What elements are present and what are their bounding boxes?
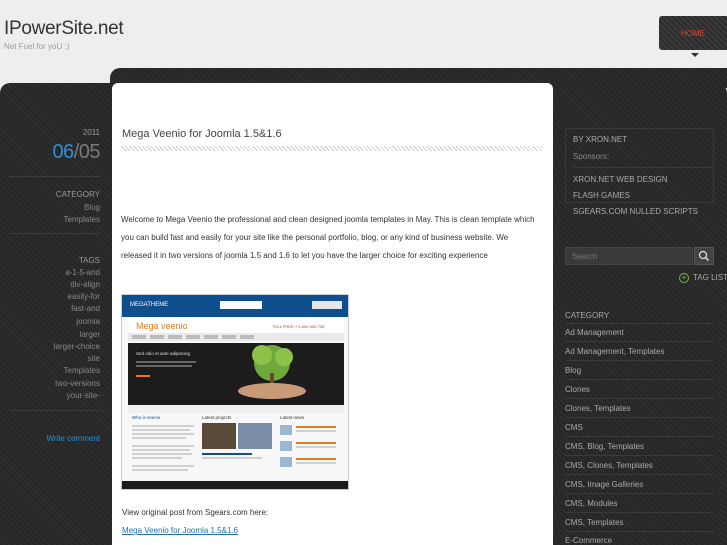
- plus-icon: +: [679, 273, 689, 283]
- category-link[interactable]: CMS, Image Galleries: [565, 480, 643, 489]
- divider: [573, 167, 714, 168]
- category-link[interactable]: Ad Management: [565, 328, 624, 337]
- original-post-link[interactable]: Mega Veenio for Joomla 1.5&1.6: [122, 526, 238, 535]
- divider: [565, 323, 714, 324]
- divider: [565, 512, 714, 513]
- tag-link[interactable]: fast-and: [71, 304, 100, 313]
- category-link[interactable]: CMS, Modules: [565, 499, 617, 508]
- post-body: Welcome to Mega Veenio the professional …: [121, 215, 535, 260]
- category-link[interactable]: Blog: [84, 203, 100, 212]
- tag-link[interactable]: Templates: [64, 366, 100, 375]
- home-nav-button[interactable]: HOME: [659, 16, 727, 50]
- site-title[interactable]: IPowerSite.net: [4, 18, 124, 40]
- tag-link[interactable]: larger: [80, 330, 100, 339]
- tag-link[interactable]: easily-for: [68, 292, 100, 301]
- divider: [565, 436, 714, 437]
- preview-col2: Latest projects: [202, 415, 232, 420]
- sponsor-link[interactable]: SGEARS.COM NULLED SCRIPTS: [573, 207, 698, 216]
- tag-link[interactable]: two-versions: [55, 379, 100, 388]
- category-link[interactable]: CMS: [565, 423, 583, 432]
- divider: [565, 531, 714, 532]
- tags-heading: TAGS: [78, 256, 100, 265]
- category-link[interactable]: CMS, Blog, Templates: [565, 442, 644, 451]
- tag-link[interactable]: div-align: [70, 280, 100, 289]
- category-link[interactable]: Blog: [565, 366, 581, 375]
- divider: [565, 398, 714, 399]
- divider: [10, 233, 100, 234]
- preview-col1: Who is veenio: [132, 415, 161, 420]
- divider: [565, 417, 714, 418]
- right-sidebar: BY XRON.NET Sponsors: XRON.NET WEB DESIG…: [553, 83, 727, 545]
- post-title[interactable]: Mega Veenio for Joomla 1.5&1.6: [122, 128, 282, 140]
- post-day: /05: [73, 141, 101, 163]
- search-button[interactable]: [694, 247, 714, 265]
- post-article: Mega Veenio for Joomla 1.5&1.6 Welcome t…: [112, 83, 553, 545]
- post-year: 2011: [82, 128, 100, 137]
- preview-col3: Latest news: [280, 415, 305, 420]
- home-active-arrow-icon: [691, 53, 699, 57]
- divider: [565, 455, 714, 456]
- sponsor-link[interactable]: XRON.NET WEB DESIGN: [573, 175, 668, 184]
- tag-list-link[interactable]: + TAG LIST: [679, 273, 727, 283]
- site-tagline: Net Fuel for yoU :): [4, 42, 70, 51]
- preview-phone: TOLL FREE! +1-800-400-708: [272, 324, 325, 329]
- category-link[interactable]: Clones: [565, 385, 590, 394]
- tag-link[interactable]: joomla: [76, 317, 100, 326]
- category-link[interactable]: Templates: [64, 215, 100, 224]
- search-icon: [698, 250, 710, 262]
- divider: [565, 379, 714, 380]
- tag-link[interactable]: your-site-: [67, 391, 100, 400]
- category-heading: CATEGORY: [55, 190, 100, 199]
- category-link[interactable]: E-Commerce: [565, 536, 612, 545]
- post-date: 06/05: [52, 141, 100, 164]
- category-link[interactable]: Clones, Templates: [565, 404, 631, 413]
- preview-site-name: Mega veenio: [136, 321, 188, 331]
- divider: [10, 176, 100, 177]
- search-input[interactable]: [565, 247, 693, 265]
- tag-link[interactable]: a-1-5-and: [65, 268, 100, 277]
- view-original-text: View original post from Sgears.com here:: [122, 508, 269, 517]
- write-comment-link[interactable]: Write comment: [46, 434, 100, 443]
- divider: [565, 360, 714, 361]
- preview-brand: MEGATHEME: [130, 302, 168, 308]
- tag-link[interactable]: site: [88, 354, 100, 363]
- template-preview-graphic: MEGATHEME Mega veenio TOLL FREE! +1-800-…: [122, 295, 348, 489]
- divider: [565, 341, 714, 342]
- sponsors-heading: BY XRON.NET: [573, 135, 628, 144]
- title-underline: [121, 146, 542, 151]
- post-month: 06: [52, 141, 74, 163]
- sponsor-link[interactable]: FLASH GAMES: [573, 191, 630, 200]
- divider: [565, 493, 714, 494]
- preview-slide-text: Sed odio et ante adipiscing: [136, 351, 191, 356]
- category-heading: CATEGORY: [565, 311, 610, 320]
- sponsors-label: Sponsors:: [573, 152, 610, 161]
- template-preview-image[interactable]: MEGATHEME Mega veenio TOLL FREE! +1-800-…: [121, 294, 349, 490]
- tag-list-label: TAG LIST: [693, 273, 727, 283]
- divider: [10, 410, 100, 411]
- tag-link[interactable]: larger-choice: [54, 342, 100, 351]
- divider: [565, 474, 714, 475]
- category-link[interactable]: Ad Management, Templates: [565, 347, 664, 356]
- category-link[interactable]: CMS, Templates: [565, 518, 624, 527]
- category-link[interactable]: CMS, Clones, Templates: [565, 461, 653, 470]
